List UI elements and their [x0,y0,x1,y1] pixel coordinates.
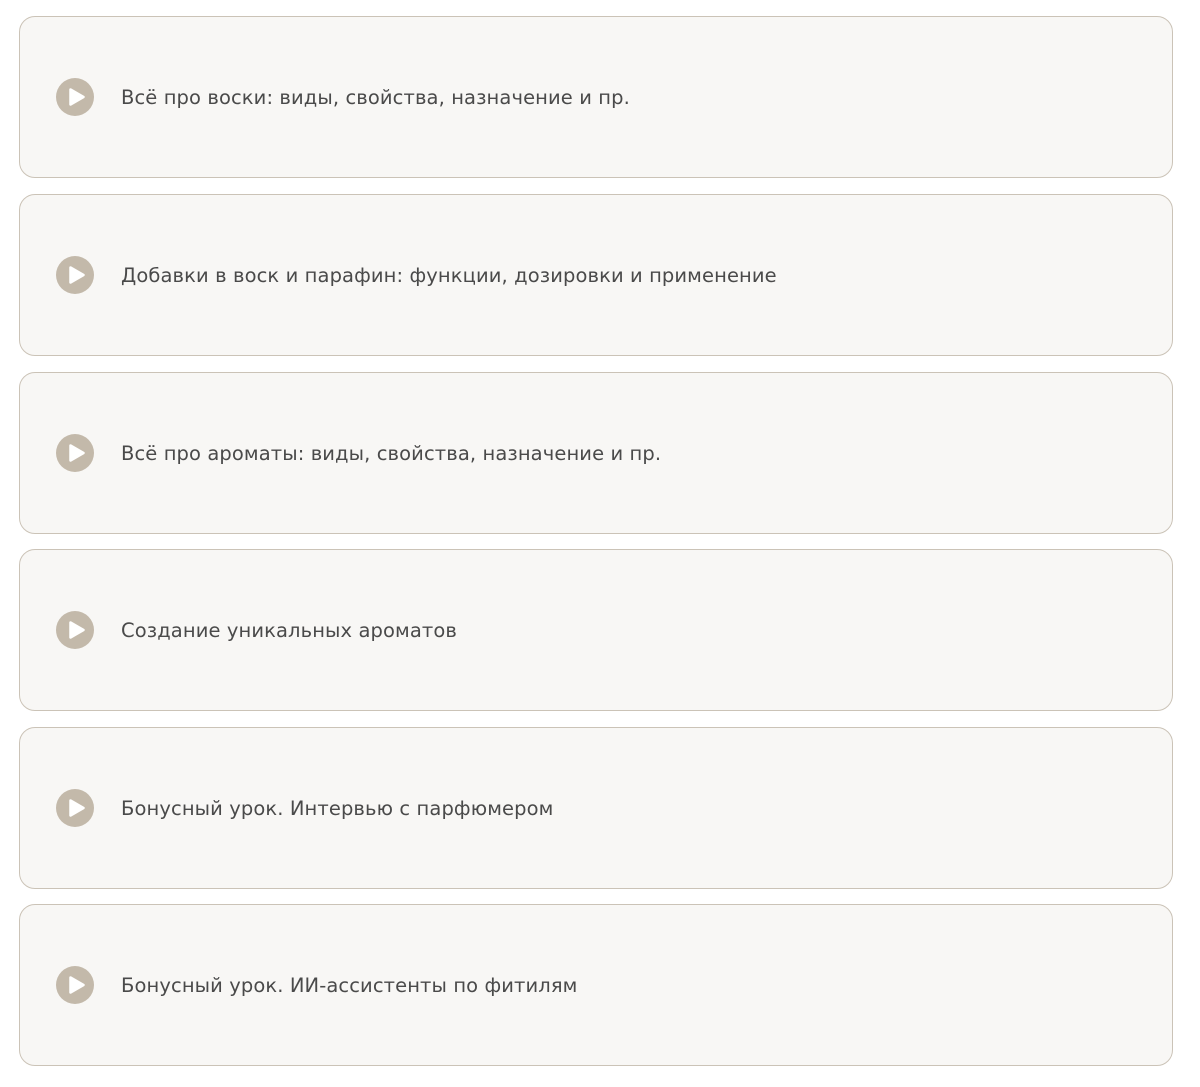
lesson-item-6[interactable]: Бонусный урок. ИИ-ассистенты по фитилям [19,904,1173,1066]
lesson-title: Всё про воски: виды, свойства, назначени… [121,85,630,109]
play-icon[interactable] [56,966,94,1004]
lesson-title: Бонусный урок. Интервью с парфюмером [121,796,554,820]
lesson-title: Создание уникальных ароматов [121,618,457,642]
lesson-item-3[interactable]: Всё про ароматы: виды, свойства, назначе… [19,372,1173,534]
lesson-title: Добавки в воск и парафин: функции, дозир… [121,263,777,287]
play-icon[interactable] [56,611,94,649]
play-icon[interactable] [56,256,94,294]
lesson-title: Бонусный урок. ИИ-ассистенты по фитилям [121,973,578,997]
lesson-item-2[interactable]: Добавки в воск и парафин: функции, дозир… [19,194,1173,356]
lesson-item-5[interactable]: Бонусный урок. Интервью с парфюмером [19,727,1173,889]
lesson-list: Всё про воски: виды, свойства, назначени… [0,0,1200,1087]
play-icon[interactable] [56,789,94,827]
lesson-item-4[interactable]: Создание уникальных ароматов [19,549,1173,711]
play-icon[interactable] [56,78,94,116]
lesson-title: Всё про ароматы: виды, свойства, назначе… [121,441,662,465]
lesson-item-1[interactable]: Всё про воски: виды, свойства, назначени… [19,16,1173,178]
play-icon[interactable] [56,434,94,472]
